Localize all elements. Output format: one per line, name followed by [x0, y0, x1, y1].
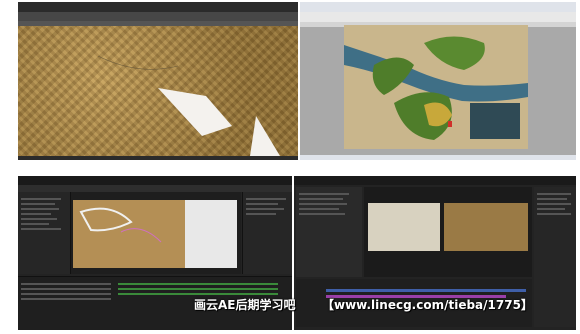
- pr-program-art: [364, 187, 532, 277]
- ae-project-panel[interactable]: [18, 192, 71, 274]
- ai-map-art: [344, 25, 528, 149]
- pr-source-row[interactable]: [299, 213, 345, 215]
- photoshop-window: [18, 2, 298, 160]
- ae-composition-viewer[interactable]: [71, 192, 241, 274]
- pr-effects-row[interactable]: [537, 203, 571, 205]
- pr-source-panel[interactable]: [296, 187, 362, 277]
- pr-effects-panel[interactable]: [534, 187, 576, 327]
- ae-project-row[interactable]: [21, 203, 55, 205]
- illustrator-window: [300, 2, 576, 160]
- pr-program-monitor[interactable]: [364, 187, 532, 277]
- ae-comp-art: [71, 192, 241, 274]
- ae-project-row[interactable]: [21, 198, 61, 200]
- pr-menubar[interactable]: [294, 176, 576, 185]
- ae-effects-row[interactable]: [246, 198, 286, 200]
- ps-canvas-art: [97, 55, 280, 156]
- ae-project-row[interactable]: [21, 223, 49, 225]
- ps-status-bar: [18, 156, 298, 160]
- ae-layer-bar[interactable]: [118, 293, 278, 295]
- watermark-left: 画云AE后期学习吧: [194, 298, 296, 312]
- ae-layer-bar[interactable]: [118, 283, 278, 285]
- pr-source-row[interactable]: [299, 193, 349, 195]
- ae-effects-panel[interactable]: [242, 192, 292, 274]
- ae-effects-row[interactable]: [246, 213, 276, 215]
- ae-layer-row[interactable]: [21, 288, 111, 290]
- pr-effects-row[interactable]: [537, 213, 571, 215]
- pr-thumb-right: [444, 203, 528, 251]
- ae-project-row[interactable]: [21, 213, 51, 215]
- ps-menubar[interactable]: [18, 2, 298, 12]
- ai-status-bar: [300, 155, 576, 160]
- pr-video-clip[interactable]: [326, 289, 526, 292]
- ae-effects-row[interactable]: [246, 208, 284, 210]
- ae-layer-row[interactable]: [21, 293, 111, 295]
- ae-project-row[interactable]: [21, 208, 59, 210]
- map-legend-box: [470, 103, 520, 139]
- ae-layer-bar[interactable]: [118, 288, 278, 290]
- ae-project-row[interactable]: [21, 228, 61, 230]
- map-red-marker: [448, 121, 452, 127]
- pr-source-row[interactable]: [299, 203, 347, 205]
- ae-layer-row[interactable]: [21, 283, 111, 285]
- ae-transparency-area: [185, 200, 237, 268]
- ae-project-row[interactable]: [21, 218, 57, 220]
- ps-path-line: [97, 55, 179, 70]
- ae-effects-row[interactable]: [246, 203, 278, 205]
- pr-source-row[interactable]: [299, 198, 343, 200]
- ai-menubar[interactable]: [300, 2, 576, 12]
- ps-white-shape-2: [250, 116, 280, 156]
- ai-map-artboard[interactable]: [344, 25, 528, 149]
- pr-thumb-left: [368, 203, 440, 251]
- pr-effects-row[interactable]: [537, 208, 565, 210]
- pr-source-row[interactable]: [299, 208, 339, 210]
- watermark-right: 【www.linecg.com/tieba/1775】: [322, 298, 533, 312]
- pr-effects-row[interactable]: [537, 193, 571, 195]
- ae-toolbar[interactable]: [18, 185, 292, 192]
- ps-white-shape-1: [158, 88, 232, 136]
- pr-effects-row[interactable]: [537, 198, 567, 200]
- ps-canvas[interactable]: [18, 26, 298, 156]
- ae-layer-row[interactable]: [21, 298, 111, 300]
- ae-menubar[interactable]: [18, 176, 292, 185]
